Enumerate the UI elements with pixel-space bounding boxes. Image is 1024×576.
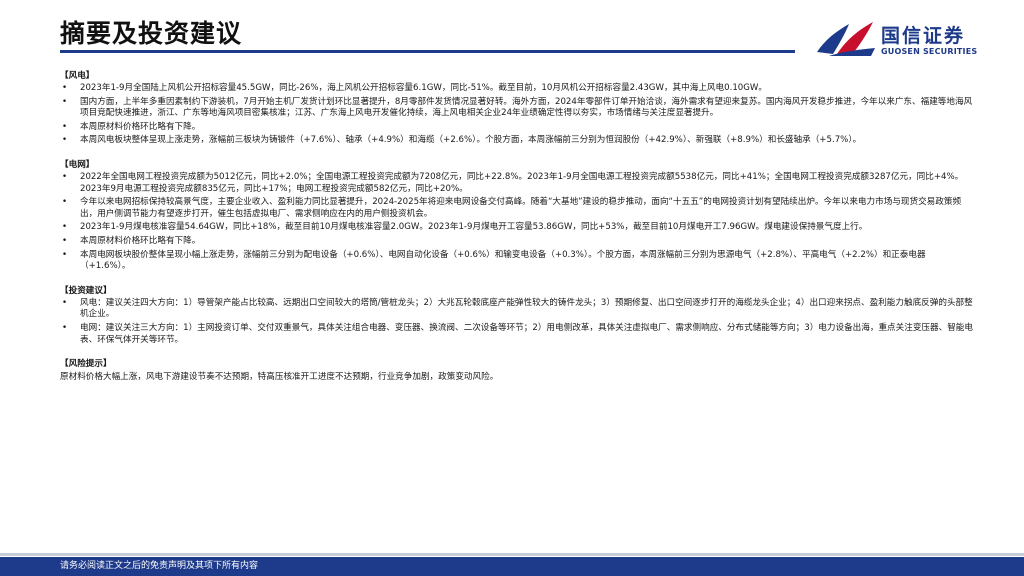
wind-list: • 2023年1-9月全国陆上风机公开招标容量45.5GW，同比-26%，海上风机…	[60, 83, 976, 147]
section-heading-wind: 【风电】	[60, 71, 95, 81]
list-item: • 风电：建议关注四大方向：1）导管架产能占比较高、远期出口空间较大的塔筒/管桩龙…	[62, 297, 973, 320]
list-item: • 2023年1-9月全国陆上风机公开招标容量45.5GW，同比-26%，海上风机…	[62, 83, 768, 93]
bullet-icon: •	[62, 249, 68, 260]
bullet-icon: •	[62, 135, 68, 146]
bullet-icon: •	[62, 96, 68, 107]
list-item: • 国内方面，上半年多重因素制约下游装机，7月开始主机厂发货计划环比显著提升，8月…	[62, 96, 973, 119]
section-heading-grid: 【电网】	[60, 159, 95, 170]
risk-text: 原材料价格大幅上涨，风电下游建设节奏不达预期，特高压核准开工进度不达预期，行业竞…	[60, 372, 499, 383]
bullet-icon: •	[62, 297, 68, 308]
disclaimer-text: 请务必阅读正文之后的免责声明及其项下所有内容	[60, 561, 259, 571]
bullet-icon: •	[62, 83, 68, 93]
list-item: • 本周原材料价格环比略有下降。	[62, 121, 201, 132]
page-footer: 请务必阅读正文之后的免责声明及其项下所有内容	[0, 557, 1024, 576]
section-heading-risk: 【风险提示】	[60, 359, 112, 370]
bullet-icon: •	[62, 322, 68, 333]
guosen-logo: 国信证券 GUOSEN SECURITIES	[815, 18, 980, 64]
list-item: • 本周电网板块股价整体呈现小幅上涨走势，涨幅前三分别为配电设备（+0.6%）、电…	[62, 249, 926, 272]
logo-chinese-name: 国信证券	[881, 25, 966, 47]
list-item: • 2022年全国电网工程投资完成额为5012亿元，同比+2.0%；全国电源工程投…	[62, 171, 964, 194]
bullet-icon: •	[62, 197, 68, 208]
section-heading-advice: 【投资建议】	[60, 285, 112, 296]
list-item: • 本周原材料价格环比略有下降。	[62, 235, 201, 246]
title-underline	[60, 50, 795, 53]
list-item: • 2023年1-9月煤电核准容量54.64GW，同比+18%，截至目前10月煤电…	[62, 222, 868, 233]
bullet-icon: •	[62, 171, 68, 182]
grid-list: • 2022年全国电网工程投资完成额为5012亿元，同比+2.0%；全国电源工程投…	[60, 172, 976, 273]
list-item: • 今年以来电网招标保持较高景气度，主要企业收入、盈利能力同比显著提升，2024-…	[62, 197, 962, 219]
list-item: • 本周风电板块整体呈现上涨走势，涨幅前三板块为铸锻件（+7.6%）、轴承（+4.…	[62, 135, 862, 146]
advice-list: • 风电：建议关注四大方向：1）导管架产能占比较高、远期出口空间较大的塔筒/管桩龙…	[60, 298, 976, 346]
page-title: 摘要及投资建议	[60, 19, 243, 48]
footer-divider	[0, 553, 1024, 556]
guosen-emblem-icon	[817, 22, 875, 56]
bullet-icon: •	[62, 121, 68, 132]
page-header: 摘要及投资建议 国信证券 GUOSEN SECURITIES	[0, 0, 1024, 66]
summary-content: 【风电】 • 2023年1-9月全国陆上风机公开招标容量45.5GW，同比-26%…	[60, 70, 976, 384]
logo-english-name: GUOSEN SECURITIES	[881, 47, 978, 56]
bullet-icon: •	[62, 222, 68, 233]
list-item: • 电网：建议关注三大方向：1）主网投资订单、交付双重景气，具体关注组合电器、变压…	[62, 322, 973, 345]
bullet-icon: •	[62, 235, 68, 246]
